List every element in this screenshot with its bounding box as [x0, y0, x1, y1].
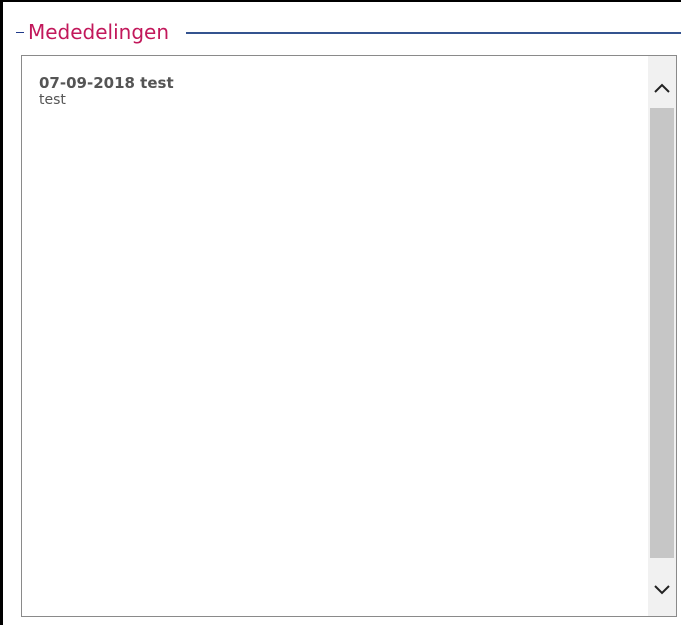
legend-rule	[186, 32, 681, 34]
scroll-thumb[interactable]	[650, 108, 674, 558]
section-header: Mededelingen	[16, 18, 681, 46]
announcements-list: 07-09-2018 test test	[22, 56, 648, 616]
legend-dash	[16, 32, 24, 33]
announcement-title: 07-09-2018 test	[39, 74, 174, 92]
vertical-scrollbar[interactable]	[648, 56, 676, 616]
announcement-body: test	[39, 92, 66, 108]
announcements-panel[interactable]: 07-09-2018 test test	[21, 55, 677, 617]
scroll-up-button[interactable]	[648, 76, 676, 104]
chevron-down-icon	[653, 583, 671, 601]
chevron-up-icon	[653, 81, 671, 99]
section-title: Mededelingen	[28, 20, 170, 44]
announcement-item: 07-09-2018 test test	[39, 74, 648, 108]
scroll-down-button[interactable]	[648, 578, 676, 606]
